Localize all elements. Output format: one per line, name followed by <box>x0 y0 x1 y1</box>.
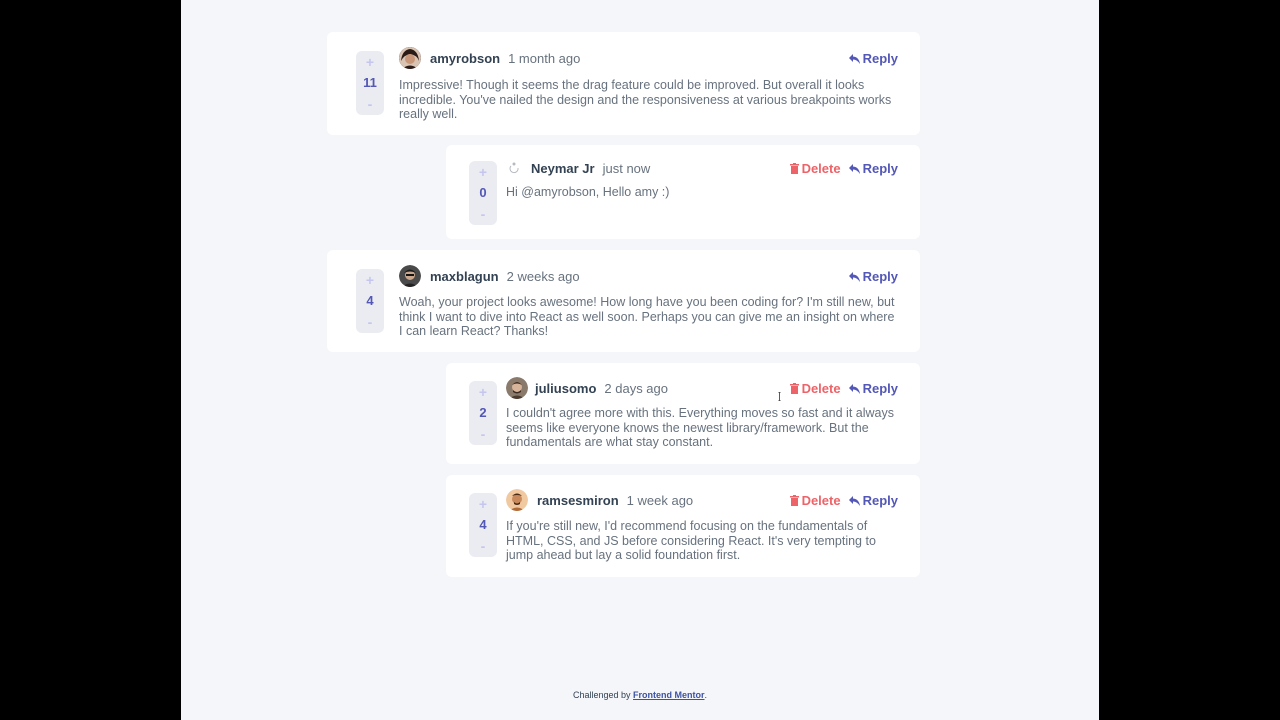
downvote-button[interactable]: - <box>356 315 384 329</box>
upvote-button[interactable]: + <box>356 55 384 69</box>
comment-card: + 11 - amyrobson 1 month ago Reply Impre… <box>327 32 920 135</box>
comment-actions: Reply <box>848 269 898 284</box>
reply-card: + 0 - Neymar Jr just now Delete Reply Hi… <box>446 145 920 239</box>
vote-widget: + 2 - <box>469 381 497 445</box>
delete-label: Delete <box>801 381 841 396</box>
avatar-placeholder <box>506 160 522 176</box>
reply-card: + 2 - juliusomo 2 days ago Delete Reply … <box>446 363 920 464</box>
delete-button[interactable]: Delete <box>789 161 841 176</box>
trash-icon <box>789 163 799 174</box>
comment-actions: Reply <box>848 51 898 66</box>
vote-score: 2 <box>479 405 487 420</box>
timestamp: 2 days ago <box>604 380 668 396</box>
comment-text: Impressive! Though it seems the drag fea… <box>399 78 892 121</box>
reply-arrow-icon <box>848 271 860 282</box>
comment-actions: Delete Reply <box>789 161 898 176</box>
vote-score: 0 <box>479 185 487 200</box>
reply-button[interactable]: Reply <box>848 51 898 66</box>
comment-header: juliusomo 2 days ago <box>506 377 668 399</box>
upvote-button[interactable]: + <box>469 165 497 179</box>
comment-header: Neymar Jr just now <box>506 157 650 179</box>
comment-text: Hi @amyrobson, Hello amy :) <box>506 185 670 199</box>
avatar <box>399 265 421 287</box>
vote-widget: + 4 - <box>469 493 497 557</box>
comment-actions: Delete Reply <box>789 493 898 508</box>
downvote-button[interactable]: - <box>469 207 497 221</box>
reply-card: + 4 - ramsesmiron 1 week ago Delete Repl… <box>446 475 920 577</box>
upvote-button[interactable]: + <box>356 273 384 287</box>
vote-widget: + 0 - <box>469 161 497 225</box>
comment-actions: Delete Reply <box>789 381 898 396</box>
comment-text: If you're still new, I'd recommend focus… <box>506 519 876 562</box>
username[interactable]: Neymar Jr <box>531 161 595 176</box>
timestamp: 2 weeks ago <box>506 268 580 284</box>
delete-button[interactable]: Delete <box>789 493 841 508</box>
comments-page: + 11 - amyrobson 1 month ago Reply Impre… <box>181 0 1099 720</box>
username[interactable]: amyrobson <box>430 51 500 66</box>
downvote-button[interactable]: - <box>469 427 497 441</box>
vote-score: 11 <box>363 75 377 90</box>
delete-button[interactable]: Delete <box>789 381 841 396</box>
reply-label: Reply <box>862 493 898 508</box>
username[interactable]: juliusomo <box>535 381 596 396</box>
comment-text: Woah, your project looks awesome! How lo… <box>399 295 895 338</box>
upvote-button[interactable]: + <box>469 385 497 399</box>
comment-text: I couldn't agree more with this. Everyth… <box>506 406 894 449</box>
reply-label: Reply <box>862 161 898 176</box>
avatar <box>399 47 421 69</box>
reply-button[interactable]: Reply <box>848 269 898 284</box>
delete-label: Delete <box>801 161 841 176</box>
vote-score: 4 <box>366 293 374 308</box>
footer-prefix: Challenged by <box>572 690 631 700</box>
vote-score: 4 <box>479 517 487 532</box>
reply-button[interactable]: Reply <box>848 381 898 396</box>
timestamp: 1 week ago <box>626 492 694 508</box>
reply-arrow-icon <box>848 163 860 174</box>
timestamp: just now <box>602 160 651 176</box>
reply-arrow-icon <box>848 53 860 64</box>
reply-button[interactable]: Reply <box>848 493 898 508</box>
downvote-button[interactable]: - <box>469 539 497 553</box>
footer-attribution: Challenged by Frontend Mentor. <box>181 690 1099 700</box>
text-cursor-icon <box>778 392 781 401</box>
comment-header: amyrobson 1 month ago <box>399 47 580 69</box>
timestamp: 1 month ago <box>508 50 581 66</box>
vote-widget: + 4 - <box>356 269 384 333</box>
username[interactable]: maxblagun <box>430 269 499 284</box>
username[interactable]: ramsesmiron <box>537 493 619 508</box>
comment-header: maxblagun 2 weeks ago <box>399 265 580 287</box>
trash-icon <box>789 495 799 506</box>
comment-card: + 4 - maxblagun 2 weeks ago Reply Woah, … <box>327 250 920 352</box>
comment-header: ramsesmiron 1 week ago <box>506 489 693 511</box>
frontend-mentor-link[interactable]: Frontend Mentor <box>633 690 705 700</box>
reply-label: Reply <box>862 269 898 284</box>
reply-label: Reply <box>862 381 898 396</box>
trash-icon <box>789 383 799 394</box>
reply-arrow-icon <box>848 383 860 394</box>
footer-suffix: . <box>704 690 708 700</box>
vote-widget: + 11 - <box>356 51 384 115</box>
delete-label: Delete <box>801 493 841 508</box>
upvote-button[interactable]: + <box>469 497 497 511</box>
downvote-button[interactable]: - <box>356 97 384 111</box>
avatar <box>506 489 528 511</box>
reply-arrow-icon <box>848 495 860 506</box>
reply-button[interactable]: Reply <box>848 161 898 176</box>
avatar <box>506 377 528 399</box>
reply-label: Reply <box>862 51 898 66</box>
